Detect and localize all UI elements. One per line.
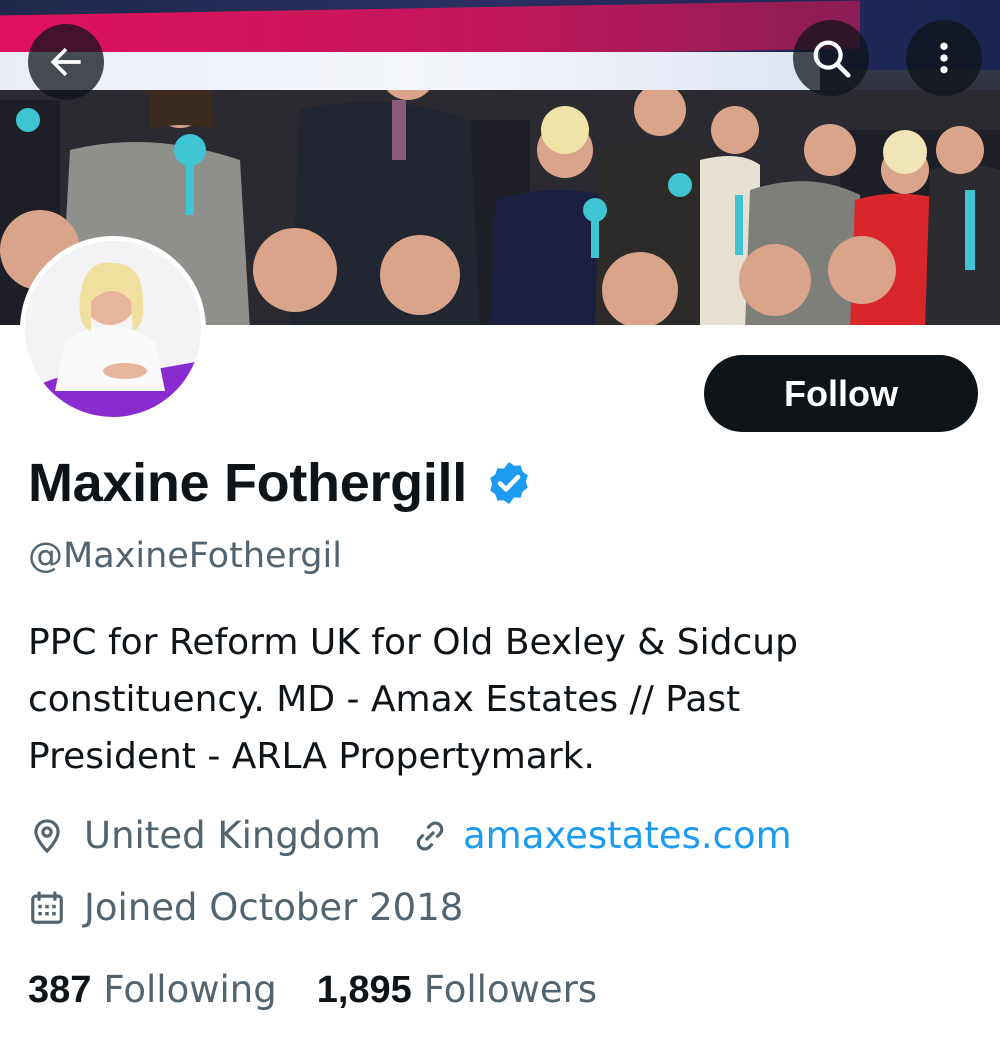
verified-badge-icon[interactable]: [485, 459, 533, 507]
following-stat[interactable]: 387 Following: [28, 968, 277, 1012]
profile-joined-date: Joined October 2018: [84, 886, 464, 929]
search-icon: [813, 40, 851, 78]
link-icon: [416, 821, 444, 850]
profile-website-link[interactable]: amaxestates.com: [463, 814, 792, 857]
bio-line: constituency. MD - Amax Estates // Past: [28, 679, 741, 720]
display-name: Maxine Fothergill: [28, 453, 467, 513]
profile-location: United Kingdom: [84, 814, 381, 857]
avatar-photo-graphic: [25, 241, 201, 417]
followers-label: Followers: [423, 968, 598, 1011]
profile-meta-location-link: United Kingdom amaxestates.com: [28, 814, 792, 857]
followers-stat[interactable]: 1,895 Followers: [317, 968, 597, 1012]
profile-avatar[interactable]: [20, 236, 206, 422]
bio-line: PPC for Reform UK for Old Bexley & Sidcu…: [28, 622, 798, 663]
following-count: 387: [28, 969, 92, 1011]
following-label: Following: [103, 968, 277, 1011]
avatar-photo: [25, 241, 201, 417]
followers-count: 1,895: [316, 969, 412, 1011]
profile-bio: PPC for Reform UK for Old Bexley & Sidcu…: [28, 614, 978, 785]
calendar-icon: [31, 890, 63, 924]
profile-meta-joined: Joined October 2018: [28, 886, 463, 929]
profile-handle: @MaxineFothergil: [28, 536, 342, 576]
back-arrow-icon: [50, 47, 81, 77]
profile-stats: 387 Following 1,895 Followers: [28, 968, 597, 1012]
profile-name-row: Maxine Fothergill: [28, 452, 533, 514]
search-button[interactable]: [793, 20, 869, 96]
bio-line: President - ARLA Propertymark.: [28, 736, 595, 777]
location-pin-icon: [34, 818, 60, 853]
back-button[interactable]: [28, 24, 104, 100]
more-options-button[interactable]: [906, 20, 982, 96]
follow-button[interactable]: Follow: [704, 355, 978, 432]
more-vertical-icon: [940, 42, 948, 74]
